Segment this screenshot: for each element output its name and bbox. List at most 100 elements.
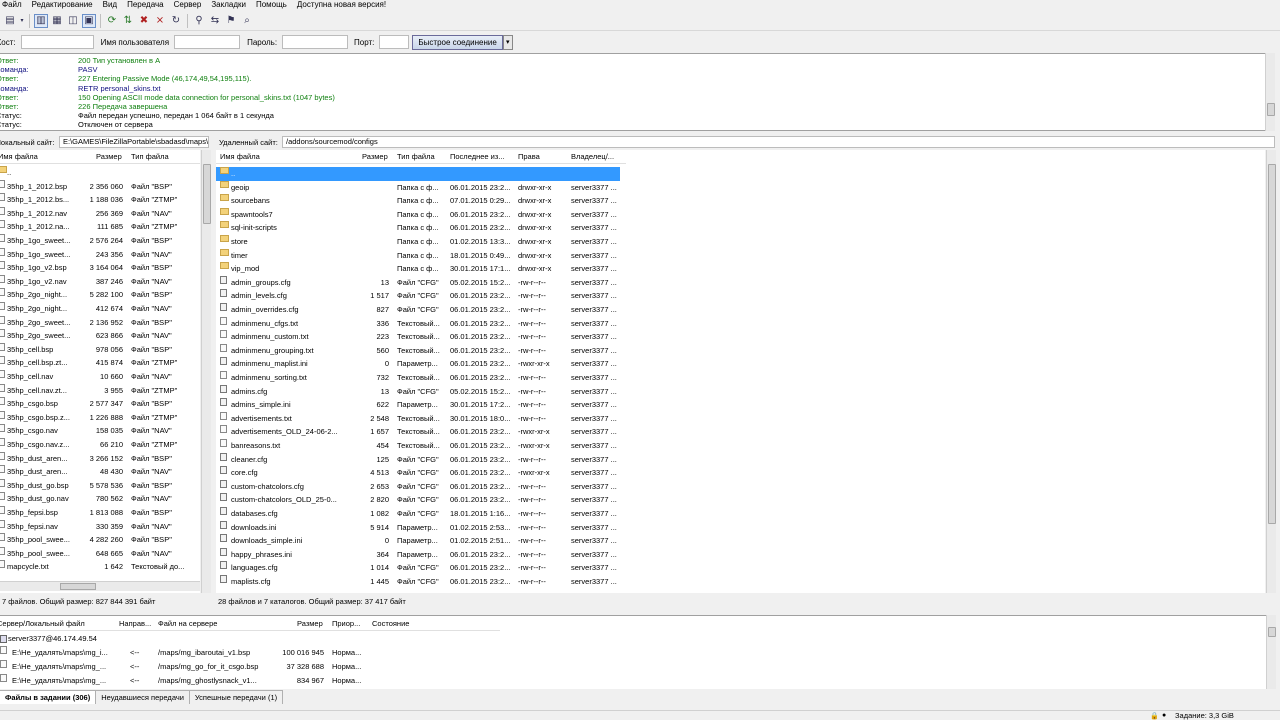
host-input[interactable] xyxy=(20,35,94,49)
port-input[interactable] xyxy=(379,35,410,49)
remote-col-size[interactable]: Размер xyxy=(362,150,388,164)
remote-file-row[interactable]: admins.cfg 13 Файл "CFG" 05.02.2015 15:2...… xyxy=(216,384,626,399)
local-file-row[interactable]: 35hp_pool_swee... 648 665 Файл "NAV" xyxy=(0,546,200,561)
local-file-row[interactable]: 35hp_csgo.bsp 2 577 347 Файл "BSP" xyxy=(0,397,200,411)
remote-scrollbar[interactable] xyxy=(1266,150,1276,593)
local-file-row[interactable]: 35hp_cell.nav.zt... 3 955 Файл "ZTMP" xyxy=(0,383,200,398)
local-file-row[interactable]: 35hp_2go_night... 5 282 100 Файл "BSP" xyxy=(0,288,200,302)
remote-file-row[interactable]: banreasons.txt 454 Текстовый... 06.01.2015 … xyxy=(216,439,626,453)
toggle-tree-remote-icon[interactable]: ◫ xyxy=(66,14,80,28)
local-file-row[interactable]: mapcycle.txt 1 642 Текстовый до... xyxy=(0,560,200,574)
remote-path-input[interactable]: /addons/sourcemod/configs xyxy=(282,136,1275,148)
local-col-type[interactable]: Тип файла xyxy=(131,150,169,164)
local-file-row[interactable]: 35hp_pool_swee... 4 282 260 Файл "BSP" xyxy=(0,533,200,547)
local-path-input[interactable]: E:\GAMES\FileZillaPortable\sbadasd\maps\ xyxy=(59,136,209,148)
remote-file-row[interactable]: custom-chatcolors_OLD_25-0... 2 820 Файл "… xyxy=(216,493,626,507)
local-file-row[interactable]: 35hp_1go_v2.bsp 3 164 064 Файл "BSP" xyxy=(0,261,200,275)
filter-icon[interactable]: ⚲ xyxy=(192,14,206,28)
tab-failed-transfers[interactable]: Неудавшиеся передачи xyxy=(96,690,190,704)
local-file-row[interactable]: 35hp_cell.nav 10 660 Файл "NAV" xyxy=(0,370,200,384)
remote-file-row[interactable]: store Папка с ф... 01.02.2015 13:3... drwxr… xyxy=(216,235,626,249)
remote-file-row[interactable]: custom-chatcolors.cfg 2 653 Файл "CFG" 06.0… xyxy=(216,479,626,494)
remote-file-row[interactable]: languages.cfg 1 014 Файл "CFG" 06.01.2015 2… xyxy=(216,561,626,575)
queue-col-size[interactable]: Размер xyxy=(297,617,323,631)
refresh-icon[interactable]: ⟳ xyxy=(105,14,119,28)
process-queue-icon[interactable]: ⇅ xyxy=(121,14,135,28)
local-file-row[interactable]: 35hp_csgo.nav.z... 66 210 Файл "ZTMP" xyxy=(0,438,200,452)
local-file-row[interactable]: 35hp_1_2012.na... 111 685 Файл "ZTMP" xyxy=(0,220,200,234)
remote-file-row[interactable]: downloads_simple.ini 0 Параметр... 01.02.20… xyxy=(216,534,626,548)
queue-scrollbar[interactable] xyxy=(1266,615,1276,689)
queue-col-server[interactable]: Сервер/Локальный файл xyxy=(0,617,85,631)
local-file-row[interactable]: .. xyxy=(0,166,200,180)
queue-scroll-thumb[interactable] xyxy=(1268,627,1276,637)
local-file-row[interactable]: 35hp_cell.bsp.zt... 415 874 Файл "ZTMP" xyxy=(0,356,200,370)
local-file-list[interactable]: Имя файла Размер Тип файла .. 35hp_1_2012… xyxy=(0,150,200,593)
search-icon[interactable]: ⌕ xyxy=(240,14,254,28)
remote-file-row[interactable]: adminmenu_cfgs.txt 336 Текстовый... 06.01.2… xyxy=(216,316,626,331)
remote-file-row[interactable]: databases.cfg 1 082 Файл "CFG" 18.01.2015 1… xyxy=(216,507,626,521)
tab-queued-files[interactable]: Файлы в задании (306) xyxy=(0,690,97,704)
remote-file-row[interactable]: advertisements.txt 2 548 Текстовый... 30.01… xyxy=(216,411,626,426)
local-file-row[interactable]: 35hp_dust_go.nav 780 562 Файл "NAV" xyxy=(0,492,200,506)
local-file-row[interactable]: 35hp_csgo.bsp.z... 1 226 888 Файл "ZTMP" xyxy=(0,410,200,425)
menu-item[interactable]: Файл xyxy=(0,0,27,11)
quickconnect-dropdown-icon[interactable]: ▾ xyxy=(502,34,513,50)
remote-file-row[interactable]: admin_overrides.cfg 827 Файл "CFG" 06.01.20… xyxy=(216,303,626,317)
remote-file-row[interactable]: maplists.cfg 1 445 Файл "CFG" 06.01.2015 23… xyxy=(216,575,626,589)
toggle-log-icon[interactable]: ▥ xyxy=(34,13,48,28)
menu-item[interactable]: Доступна новая версия! xyxy=(292,0,391,11)
local-file-row[interactable]: 35hp_dust_aren... 48 430 Файл "NAV" xyxy=(0,465,200,479)
menu-item[interactable]: Помощь xyxy=(251,0,292,11)
disconnect-icon[interactable]: ⨯ xyxy=(153,14,167,28)
remote-file-row[interactable]: downloads.ini 5 914 Параметр... 01.02.2015 … xyxy=(216,520,626,535)
local-file-row[interactable]: 35hp_1_2012.nav 256 369 Файл "NAV" xyxy=(0,206,200,221)
local-file-row[interactable]: 35hp_fepsi.bsp 1 813 088 Файл "BSP" xyxy=(0,506,200,520)
local-file-row[interactable]: 35hp_1go_sweet... 243 356 Файл "NAV" xyxy=(0,247,200,262)
local-file-row[interactable]: 35hp_1go_v2.nav 387 246 Файл "NAV" xyxy=(0,274,200,289)
remote-col-modified[interactable]: Последнее из... xyxy=(450,150,505,164)
remote-file-row[interactable]: adminmenu_custom.txt 223 Текстовый... 06.01… xyxy=(216,330,626,344)
local-hscrollbar[interactable] xyxy=(0,581,200,591)
local-file-row[interactable]: 35hp_fepsi.nav 330 359 Файл "NAV" xyxy=(0,519,200,534)
tab-successful-transfers[interactable]: Успешные передачи (1) xyxy=(189,690,284,704)
remote-file-row[interactable]: vip_mod Папка с ф... 30.01.2015 17:1... drw… xyxy=(216,262,626,276)
remote-col-perms[interactable]: Права xyxy=(518,150,540,164)
local-file-row[interactable]: 35hp_dust_go.bsp 5 578 536 Файл "BSP" xyxy=(0,478,200,493)
menu-item[interactable]: Вид xyxy=(98,0,122,11)
local-col-size[interactable]: Размер xyxy=(96,150,122,164)
user-input[interactable] xyxy=(174,35,241,49)
menu-item[interactable]: Сервер xyxy=(169,0,207,11)
remote-scroll-thumb[interactable] xyxy=(1268,164,1276,524)
menu-item[interactable]: Передача xyxy=(122,0,168,11)
dropdown-arrow-icon[interactable]: ▾ xyxy=(19,14,25,28)
local-hscroll-thumb[interactable] xyxy=(60,583,96,590)
remote-col-owner[interactable]: Владелец/... xyxy=(571,150,614,164)
remote-file-row[interactable]: adminmenu_maplist.ini 0 Параметр... 06.01.2… xyxy=(216,357,626,371)
local-scrollbar[interactable] xyxy=(201,150,211,593)
log-scrollbar[interactable] xyxy=(1265,53,1275,131)
compare-icon[interactable]: ⇆ xyxy=(208,14,222,28)
remote-col-type[interactable]: Тип файла xyxy=(397,150,435,164)
queue-item-row[interactable]: E:\Не_удалять\maps\mg_... <-- /maps/mg_go_… xyxy=(0,660,400,674)
local-file-row[interactable]: 35hp_1_2012.bs... 1 188 036 Файл "ZTMP" xyxy=(0,193,200,207)
queue-col-priority[interactable]: Приор... xyxy=(332,617,360,631)
remote-file-row[interactable]: timer Папка с ф... 18.01.2015 0:49... drwxr… xyxy=(216,248,626,263)
local-file-row[interactable]: 35hp_2go_sweet... 623 866 Файл "NAV" xyxy=(0,329,200,343)
queue-server-row[interactable]: server3377@46.174.49.54 xyxy=(0,632,400,646)
remote-file-row[interactable]: cleaner.cfg 125 Файл "CFG" 06.01.2015 23:2.… xyxy=(216,452,626,467)
queue-col-remote[interactable]: Файл на сервере xyxy=(158,617,217,631)
toggle-queue-icon[interactable]: ▣ xyxy=(82,13,96,28)
remote-file-row[interactable]: adminmenu_grouping.txt 560 Текстовый... 06.… xyxy=(216,343,626,358)
queue-item-row[interactable]: E:\Не_удалять\maps\mg_... <-- /maps/mg_gho… xyxy=(0,674,400,688)
toggle-tree-local-icon[interactable]: ▦ xyxy=(50,14,64,28)
remote-col-name[interactable]: Имя файла xyxy=(220,150,260,164)
remote-file-row[interactable]: core.cfg 4 513 Файл "CFG" 06.01.2015 23:2..… xyxy=(216,466,626,480)
local-file-row[interactable]: 35hp_cell.bsp 978 056 Файл "BSP" xyxy=(0,342,200,357)
local-scroll-thumb[interactable] xyxy=(203,164,211,224)
transfer-queue[interactable]: Сервер/Локальный файл Направ... Файл на … xyxy=(0,615,1275,689)
local-file-row[interactable]: 35hp_1_2012.bsp 2 356 060 Файл "BSP" xyxy=(0,179,200,194)
remote-file-list[interactable]: Имя файла Размер Тип файла Последнее из.… xyxy=(216,150,1265,593)
remote-file-row[interactable]: advertisements_OLD_24-06-2... 1 657 Тексто… xyxy=(216,425,626,439)
menu-item[interactable]: Закладки xyxy=(206,0,251,11)
